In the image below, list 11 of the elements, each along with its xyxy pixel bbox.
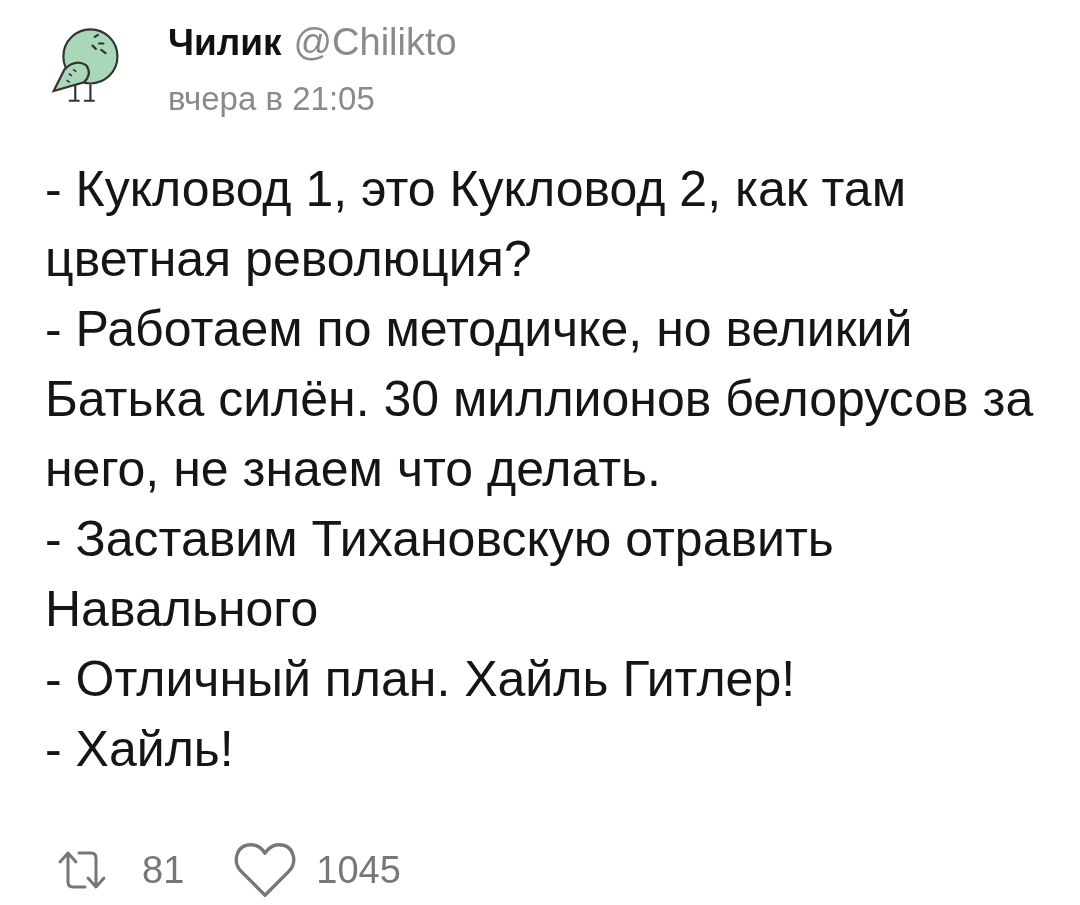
repost-button[interactable]: 81: [42, 848, 185, 892]
heart-icon: [234, 842, 297, 898]
post-time: вчера в 21:05: [168, 79, 376, 119]
author-handle[interactable]: @Chilikto: [293, 20, 457, 64]
post-text: - Хайль!: [45, 720, 235, 779]
post-text: - Заставим Тихановскую отравить Навального: [45, 510, 835, 639]
post-text: - Работаем по методичке, но великий Батька силён. 30 миллионов белорусов за него, не знаем что делать.: [45, 300, 1035, 499]
post-text: - Кукловод 1, это Кукловод 2, как там цветная революция?: [45, 160, 907, 289]
like-button[interactable]: 1045: [234, 842, 401, 898]
post-text: - Отличный план. Хайль Гитлер!: [45, 650, 797, 709]
author-name[interactable]: Чилик: [168, 21, 282, 65]
